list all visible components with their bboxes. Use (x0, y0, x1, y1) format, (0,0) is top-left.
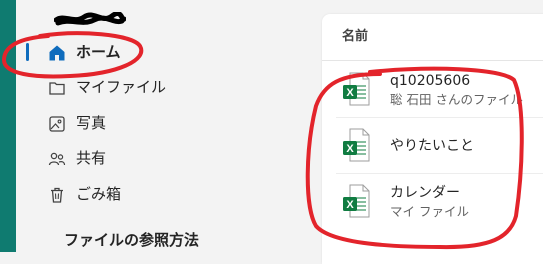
file-location: 聡 石田 さんのファイル (390, 92, 523, 107)
file-list-panel: 名前 X q10205606 聡 石田 さんのファイル X やりたいこと X カ… (322, 14, 543, 264)
file-name[interactable]: カレンダー (390, 184, 460, 202)
excel-icon: X (343, 184, 370, 218)
sidebar-item-home[interactable]: ホーム (16, 36, 316, 68)
photo-icon (48, 115, 66, 133)
sidebar-item-my-files[interactable]: マイファイル (16, 71, 316, 103)
file-name[interactable]: q10205606 (390, 72, 470, 90)
divider (322, 60, 543, 61)
sidebar-item-label: 共有 (76, 149, 107, 167)
file-location: マイ ファイル (390, 204, 469, 219)
home-icon (48, 44, 66, 62)
file-row[interactable]: X q10205606 聡 石田 さんのファイル (322, 62, 543, 118)
active-indicator (26, 43, 29, 61)
folder-icon (48, 79, 66, 97)
sidebar-item-photos[interactable]: 写真 (16, 107, 316, 139)
svg-text:X: X (346, 199, 354, 211)
sidebar-item-label: 写真 (76, 114, 107, 132)
trash-icon (48, 186, 66, 204)
sidebar-item-recycle-bin[interactable]: ごみ箱 (16, 178, 316, 210)
sidebar-item-label: ごみ箱 (76, 185, 122, 203)
sidebar-item-label: ホーム (76, 43, 121, 61)
svg-text:X: X (346, 87, 354, 99)
people-icon (48, 150, 66, 168)
svg-text:X: X (346, 143, 354, 155)
column-header-name[interactable]: 名前 (342, 28, 368, 46)
file-row[interactable]: X カレンダー マイ ファイル (322, 174, 543, 230)
redacted-scribble (54, 12, 126, 26)
app-rail (0, 0, 16, 252)
excel-icon: X (343, 72, 370, 106)
sidebar-item-shared[interactable]: 共有 (16, 142, 316, 174)
sidebar: ホーム マイファイル 写真 共有 ごみ箱 ファイルの参照方法 (16, 0, 320, 252)
excel-icon: X (343, 128, 370, 162)
section-title: ファイルの参照方法 (64, 231, 200, 249)
sidebar-item-label: マイファイル (76, 78, 167, 96)
file-name[interactable]: やりたいこと (390, 137, 474, 155)
file-row[interactable]: X やりたいこと (322, 118, 543, 174)
